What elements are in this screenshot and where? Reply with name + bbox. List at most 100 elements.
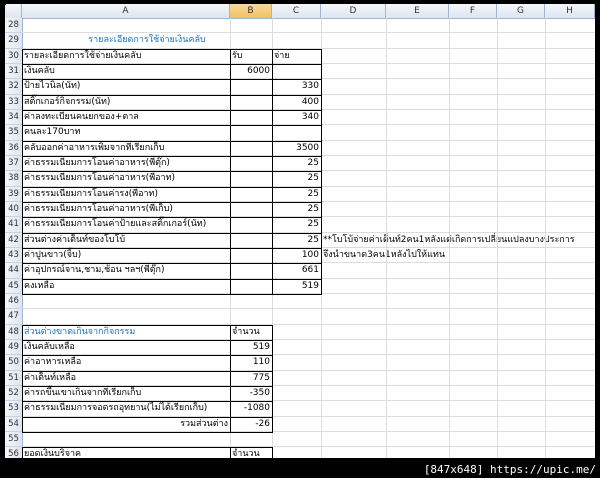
- cell-c[interactable]: [272, 417, 321, 432]
- row-header[interactable]: 55: [5, 432, 22, 448]
- column-header-d[interactable]: D: [321, 4, 386, 18]
- image-watermark: [847x648] https://upic.me/: [423, 463, 596, 476]
- column-header-e[interactable]: E: [386, 4, 449, 18]
- cell-d[interactable]: จึงนำขนาด3คน1หลังไปให้แทน: [321, 248, 595, 263]
- column-header-c[interactable]: C: [272, 4, 321, 18]
- cell-c[interactable]: [272, 325, 321, 340]
- cell-d[interactable]: [321, 79, 595, 94]
- row-header[interactable]: 42: [5, 233, 22, 248]
- table-border: [230, 370, 273, 387]
- cell-d[interactable]: [321, 447, 595, 458]
- row-header[interactable]: 51: [5, 371, 22, 386]
- row-header[interactable]: 47: [5, 309, 22, 325]
- cell-c[interactable]: [272, 447, 321, 458]
- cell-d[interactable]: [321, 217, 595, 232]
- row-header[interactable]: 29: [5, 33, 22, 49]
- table-border: [272, 232, 322, 249]
- cell-d[interactable]: [321, 417, 595, 432]
- cell-c[interactable]: [272, 371, 321, 386]
- row-header[interactable]: 54: [5, 417, 22, 432]
- column-header-g[interactable]: G: [497, 4, 545, 18]
- cell-c[interactable]: [272, 340, 321, 355]
- cell-d[interactable]: [321, 64, 595, 79]
- column-header-f[interactable]: F: [449, 4, 497, 18]
- cell-c[interactable]: [272, 401, 321, 416]
- cell-c[interactable]: [272, 432, 321, 447]
- cell-d[interactable]: [321, 340, 595, 355]
- cell-d[interactable]: [321, 141, 595, 156]
- grid-line: [449, 18, 450, 458]
- cell-d[interactable]: [321, 401, 595, 416]
- row-header[interactable]: 37: [5, 156, 22, 172]
- cell-d[interactable]: [321, 95, 595, 110]
- table-border: [272, 247, 322, 265]
- cell-b[interactable]: [230, 33, 272, 48]
- cell-b[interactable]: [230, 18, 272, 33]
- cell-c[interactable]: [272, 309, 321, 324]
- row-header[interactable]: 39: [5, 187, 22, 202]
- row-header[interactable]: 40: [5, 202, 22, 218]
- cell-d[interactable]: [321, 294, 595, 309]
- column-header-a[interactable]: A: [22, 4, 230, 18]
- cell-d[interactable]: [321, 171, 595, 186]
- cell-d[interactable]: [321, 355, 595, 370]
- row-header[interactable]: 41: [5, 217, 22, 233]
- select-all-corner[interactable]: [5, 4, 22, 18]
- row-header[interactable]: 32: [5, 79, 22, 95]
- cell-d[interactable]: [321, 371, 595, 386]
- cell-c[interactable]: [272, 33, 321, 48]
- cell-d[interactable]: [321, 202, 595, 217]
- row-header[interactable]: 45: [5, 279, 22, 294]
- column-header-b[interactable]: B: [230, 4, 272, 18]
- cell-c[interactable]: [272, 18, 321, 33]
- row-header[interactable]: 44: [5, 263, 22, 279]
- row-header[interactable]: 48: [5, 325, 22, 340]
- row-header[interactable]: 53: [5, 401, 22, 417]
- row-header[interactable]: 50: [5, 355, 22, 371]
- cell-d[interactable]: [321, 263, 595, 278]
- cell-b[interactable]: [230, 432, 272, 447]
- cell-d[interactable]: [321, 110, 595, 125]
- cell-a[interactable]: [22, 309, 230, 324]
- cell-d[interactable]: [321, 325, 595, 340]
- cell-d[interactable]: [321, 187, 595, 202]
- row-header[interactable]: 35: [5, 125, 22, 141]
- cell-d[interactable]: [321, 125, 595, 140]
- cell-d[interactable]: [321, 49, 595, 64]
- table-border: [230, 186, 273, 203]
- row-header[interactable]: 38: [5, 171, 22, 187]
- cell-d[interactable]: [321, 309, 595, 324]
- cell-d[interactable]: **โบโบ้จ่ายค่าเต็นท์2คน1หลังแต่เกิดการเป…: [321, 233, 595, 248]
- row-header[interactable]: 28: [5, 18, 22, 34]
- table-border: [22, 278, 231, 295]
- table-border: [230, 278, 273, 295]
- cell-d[interactable]: [321, 33, 595, 48]
- cell-d[interactable]: [321, 279, 595, 294]
- cell-c[interactable]: [272, 355, 321, 370]
- row-header[interactable]: 31: [5, 64, 22, 80]
- column-header-h[interactable]: H: [545, 4, 595, 18]
- cell-d[interactable]: [321, 18, 595, 33]
- row-header[interactable]: 30: [5, 49, 22, 64]
- row-header[interactable]: 56: [5, 447, 22, 458]
- cell-d[interactable]: [321, 432, 595, 447]
- row-header[interactable]: 43: [5, 248, 22, 264]
- cell-a[interactable]: [22, 18, 230, 33]
- row-header[interactable]: 36: [5, 141, 22, 156]
- row-header[interactable]: 34: [5, 110, 22, 126]
- table-border: [272, 171, 322, 188]
- sheet-row: รายละเอียดการใช้จ่ายเงินคลับ: [22, 33, 595, 49]
- cell-d[interactable]: [321, 156, 595, 171]
- row-header[interactable]: 46: [5, 294, 22, 310]
- cell-c[interactable]: [272, 294, 321, 309]
- cell-d[interactable]: [321, 386, 595, 401]
- cell-a[interactable]: [22, 294, 230, 309]
- row-header[interactable]: 52: [5, 386, 22, 402]
- cell-a[interactable]: [22, 432, 230, 447]
- cell-c[interactable]: [272, 386, 321, 401]
- cell-b[interactable]: [230, 294, 272, 309]
- row-header[interactable]: 33: [5, 95, 22, 110]
- sheet-row: [22, 432, 595, 448]
- row-header[interactable]: 49: [5, 340, 22, 356]
- cell-b[interactable]: [230, 309, 272, 324]
